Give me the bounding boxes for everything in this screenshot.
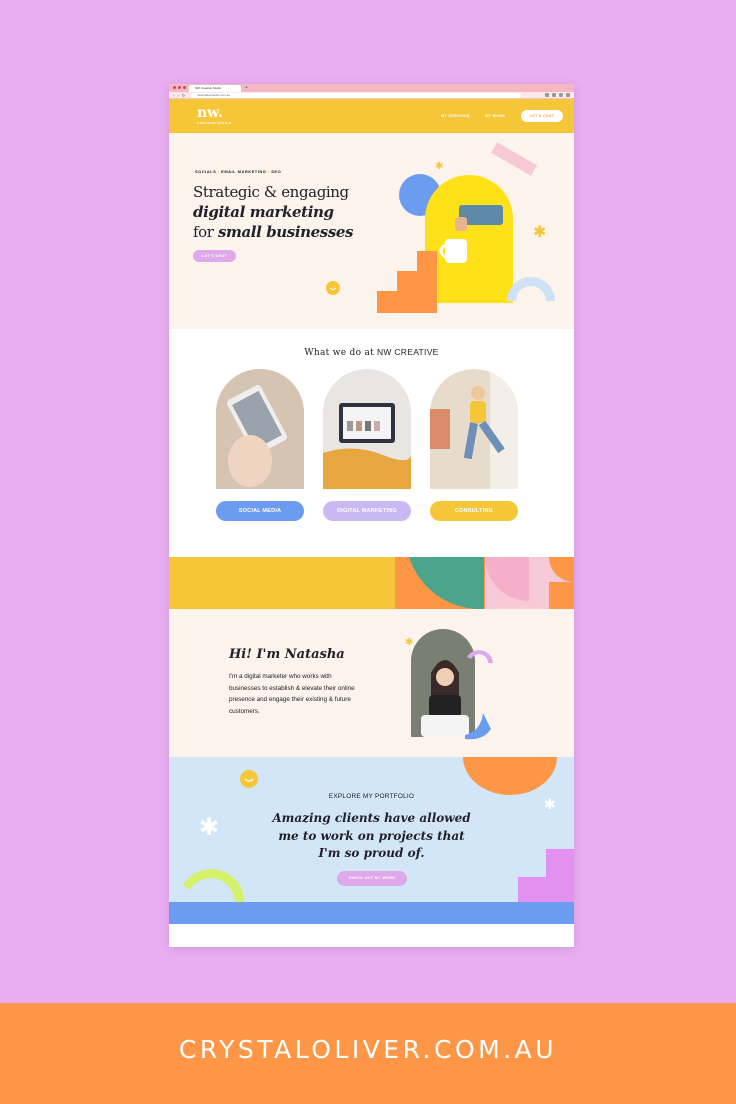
- about-section: Hi! I'm Natasha I'm a digital marketer w…: [169, 609, 574, 757]
- nav-my-services[interactable]: MY SERVICES: [441, 114, 470, 118]
- digital-marketing-button[interactable]: DIGITAL MARKETING: [323, 501, 411, 521]
- about-body: I'm a digital marketer who works with bu…: [229, 673, 355, 715]
- site-logo[interactable]: nw. CREATIVE STUDIO: [197, 106, 232, 125]
- footer-strip: [169, 902, 574, 924]
- orange-stairs-shape: [377, 251, 437, 313]
- site-header: nw. CREATIVE STUDIO MY SERVICES MY WORK …: [169, 99, 574, 133]
- pink-bar-shape: [491, 142, 537, 176]
- smiley-icon-2: [240, 770, 258, 788]
- service-card-social[interactable]: SOCIAL MEDIA: [216, 369, 304, 521]
- extension-icons[interactable]: [545, 93, 570, 97]
- services-section: What we do at NW CREATIVE SOCIAL MEDIA D…: [169, 329, 574, 557]
- about-title: Hi! I'm Natasha: [229, 647, 345, 662]
- portfolio-quote: Amazing clients have allowed me to work …: [272, 811, 471, 860]
- portfolio-eyebrow: EXPLORE MY PORTFOLIO: [328, 793, 415, 800]
- sparkle-icon-2: ✱: [533, 224, 546, 241]
- natasha-portrait: ✱: [405, 629, 493, 740]
- hero-illustration: ✱ ✱: [326, 142, 555, 313]
- service-card-digital[interactable]: DIGITAL MARKETING: [323, 369, 411, 521]
- smiley-icon: [326, 281, 340, 295]
- check-out-work-button[interactable]: CHECK OUT MY WORK: [337, 871, 407, 886]
- url-field[interactable]: nwcreativestudio.com.au: [191, 93, 521, 98]
- service-card-consulting[interactable]: CONSULTING: [430, 369, 518, 521]
- reload-button[interactable]: ↻: [182, 93, 185, 98]
- bottom-banner: CRYSTALOLIVER.COM.AU: [0, 1003, 736, 1104]
- nav-my-work[interactable]: MY WORK: [485, 114, 506, 118]
- logo-subtitle: CREATIVE STUDIO: [197, 121, 232, 125]
- sparkle-icon-4: ✱: [199, 814, 219, 841]
- window-controls[interactable]: [173, 86, 186, 89]
- digital-marketing-photo: [323, 369, 411, 489]
- orange-half-circle-shape: [463, 757, 557, 795]
- address-bar-row: ‹ › ↻ nwcreativestudio.com.au: [169, 92, 574, 99]
- forward-button[interactable]: ›: [177, 93, 178, 98]
- sparkle-icon: ✱: [435, 161, 443, 172]
- header-chat-button[interactable]: LET'S CHAT: [521, 110, 563, 122]
- browser-tab-bar: NW Creative Studio +: [169, 84, 574, 92]
- hero-section: SOCIALS / EMAIL MARKETING / SEO Strategi…: [169, 133, 574, 329]
- sparkle-icon-3: ✱: [405, 637, 413, 648]
- services-title: What we do at NW CREATIVE: [304, 347, 439, 358]
- lightblue-arc-shape: [507, 277, 555, 301]
- browser-tab[interactable]: NW Creative Studio: [189, 85, 241, 92]
- consulting-photo: [430, 369, 518, 489]
- social-media-button[interactable]: SOCIAL MEDIA: [216, 501, 304, 521]
- portfolio-section: ✱ ✱ EXPLORE MY PORTFOLIO Amazing clients…: [169, 757, 574, 924]
- yellow-arch-shape: [425, 175, 513, 303]
- consulting-button[interactable]: CONSULTING: [430, 501, 518, 521]
- decorative-color-band: [169, 557, 574, 609]
- back-button[interactable]: ‹: [173, 93, 174, 98]
- banner-domain[interactable]: CRYSTALOLIVER.COM.AU: [0, 1035, 736, 1064]
- social-media-photo: [216, 369, 304, 489]
- browser-window: NW Creative Studio + ‹ › ↻ nwcreativestu…: [169, 84, 574, 947]
- new-tab-button[interactable]: +: [245, 85, 248, 91]
